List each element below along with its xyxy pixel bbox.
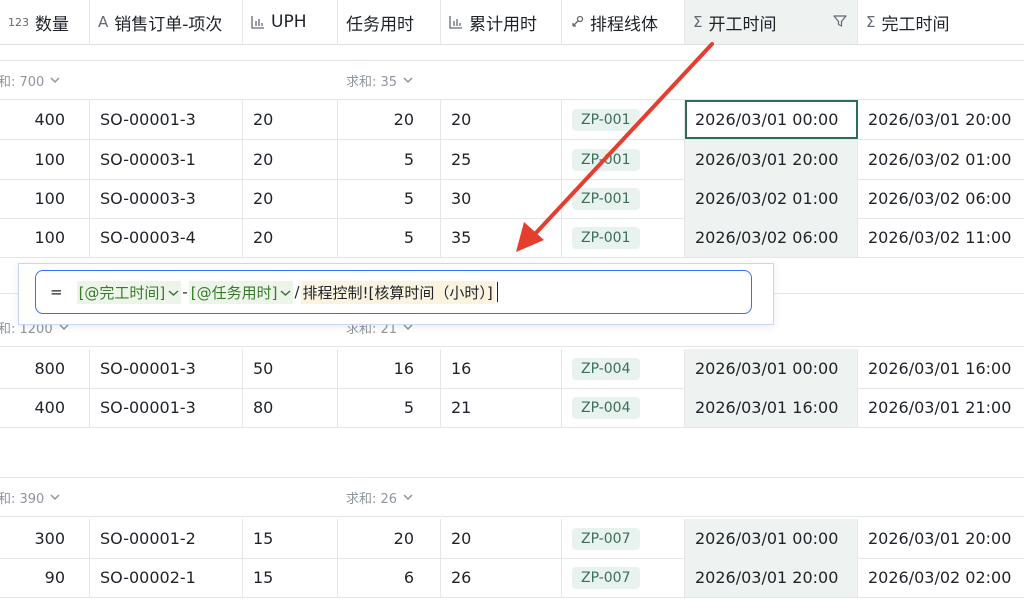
annotation-arrow	[516, 42, 714, 252]
